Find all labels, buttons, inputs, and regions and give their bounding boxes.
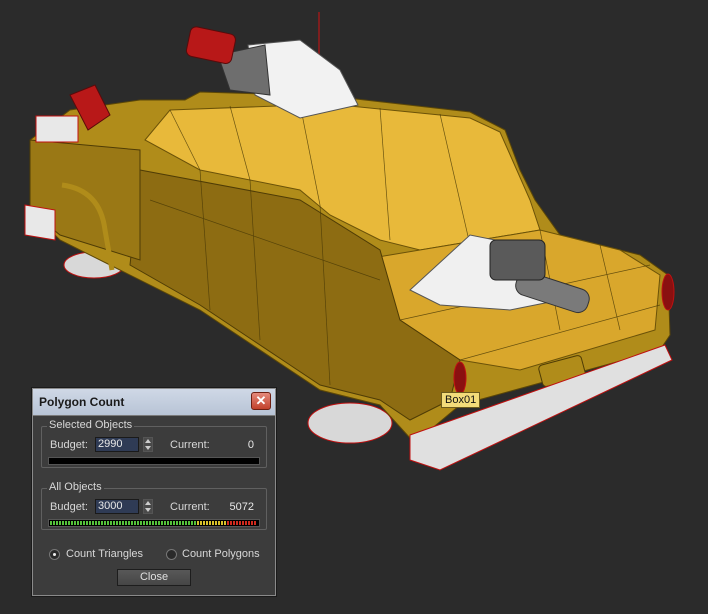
meter-segment (203, 521, 205, 525)
meter-segment (83, 521, 85, 525)
meter-segment (92, 521, 94, 525)
dialog-title: Polygon Count (39, 395, 125, 409)
meter-segment (98, 521, 100, 525)
meter-segment (56, 521, 58, 525)
meter-segment (59, 521, 61, 525)
meter-segment (77, 521, 79, 525)
meter-segment (107, 521, 109, 525)
all-polycount-meter (48, 519, 260, 527)
meter-segment (119, 521, 121, 525)
meter-segment (254, 521, 256, 525)
selected-budget-label: Budget: (50, 439, 88, 451)
meter-segment (209, 521, 211, 525)
polygon-count-dialog: Polygon Count ✕ Selected Objects Budget:… (32, 388, 276, 596)
meter-segment (140, 521, 142, 525)
count-triangles-label: Count Triangles (66, 548, 144, 560)
meter-segment (221, 521, 223, 525)
meter-segment (233, 521, 235, 525)
selected-current-value: 0 (247, 439, 254, 451)
selected-objects-group: Selected Objects Budget: 2990 Current: 0 (41, 419, 267, 468)
close-button[interactable]: Close (117, 569, 191, 586)
all-budget-label: Budget: (50, 501, 88, 513)
meter-segment (200, 521, 202, 525)
meter-segment (236, 521, 238, 525)
object-label: Box01 (441, 392, 481, 408)
selected-budget-spinner[interactable] (143, 437, 153, 452)
count-polygons-radio[interactable] (166, 549, 177, 560)
meter-segment (89, 521, 91, 525)
all-budget-spinner[interactable] (143, 499, 153, 514)
meter-segment (248, 521, 250, 525)
meter-segment (71, 521, 73, 525)
meter-segment (215, 521, 217, 525)
meter-segment (131, 521, 133, 525)
meter-segment (224, 521, 226, 525)
meter-segment (80, 521, 82, 525)
meter-segment (173, 521, 175, 525)
all-objects-label: All Objects (47, 481, 104, 493)
meter-segment (230, 521, 232, 525)
meter-segment (251, 521, 253, 525)
meter-segment (128, 521, 130, 525)
meter-segment (146, 521, 148, 525)
meter-segment (122, 521, 124, 525)
meter-segment (194, 521, 196, 525)
meter-segment (245, 521, 247, 525)
meter-segment (53, 521, 55, 525)
meter-segment (62, 521, 64, 525)
meter-segment (101, 521, 103, 525)
meter-segment (104, 521, 106, 525)
meter-segment (137, 521, 139, 525)
meter-segment (158, 521, 160, 525)
selected-current-label: Current: (170, 439, 210, 451)
all-objects-group: All Objects Budget: 3000 Current: 5072 (41, 481, 267, 530)
meter-segment (206, 521, 208, 525)
meter-segment (116, 521, 118, 525)
meter-segment (212, 521, 214, 525)
meter-segment (152, 521, 154, 525)
meter-segment (179, 521, 181, 525)
all-budget-input[interactable]: 3000 (95, 499, 139, 514)
meter-segment (161, 521, 163, 525)
count-polygons-label: Count Polygons (182, 548, 260, 560)
close-icon[interactable]: ✕ (251, 392, 271, 410)
meter-segment (149, 521, 151, 525)
meter-segment (176, 521, 178, 525)
all-current-value: 5072 (229, 501, 254, 513)
meter-segment (188, 521, 190, 525)
meter-segment (155, 521, 157, 525)
meter-segment (167, 521, 169, 525)
selected-objects-label: Selected Objects (47, 419, 135, 431)
meter-segment (170, 521, 172, 525)
meter-segment (125, 521, 127, 525)
meter-segment (164, 521, 166, 525)
meter-segment (113, 521, 115, 525)
meter-segment (182, 521, 184, 525)
meter-segment (110, 521, 112, 525)
meter-segment (227, 521, 229, 525)
meter-segment (218, 521, 220, 525)
selected-polycount-meter (48, 457, 260, 465)
count-triangles-radio[interactable] (49, 549, 60, 560)
meter-segment (185, 521, 187, 525)
dialog-title-bar[interactable]: Polygon Count ✕ (33, 389, 275, 416)
selected-budget-input[interactable]: 2990 (95, 437, 139, 452)
meter-segment (143, 521, 145, 525)
meter-segment (95, 521, 97, 525)
meter-segment (197, 521, 199, 525)
meter-segment (68, 521, 70, 525)
meter-segment (65, 521, 67, 525)
meter-segment (134, 521, 136, 525)
all-current-label: Current: (170, 501, 210, 513)
meter-segment (242, 521, 244, 525)
meter-segment (239, 521, 241, 525)
meter-segment (74, 521, 76, 525)
meter-segment (86, 521, 88, 525)
meter-segment (50, 521, 52, 525)
meter-segment (191, 521, 193, 525)
